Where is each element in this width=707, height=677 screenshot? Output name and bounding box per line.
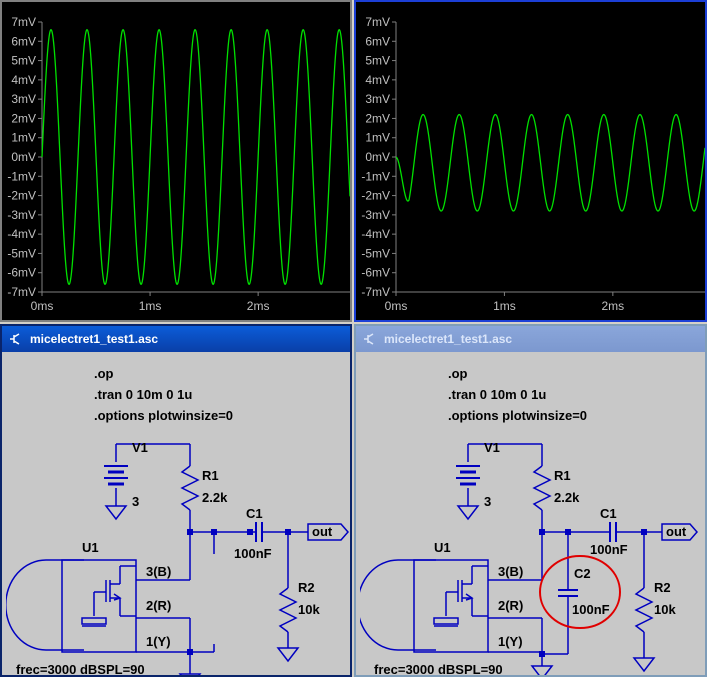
schematic-canvas-left[interactable]: .op .tran 0 10m 0 1u .options plotwinsiz…	[6, 354, 349, 675]
schematic-window-left[interactable]: micelectret1_test1.asc .op .tran 0 10m 0…	[0, 324, 352, 677]
r1-value: 2.2k	[202, 490, 228, 505]
y-tick-label: 1mV	[11, 131, 36, 145]
u1-label: U1	[82, 540, 99, 555]
pin-r-label: 2(R)	[146, 598, 171, 613]
x-tick-label: 2ms	[247, 299, 270, 313]
r2-value: 10k	[654, 602, 676, 617]
r1-value: 2.2k	[554, 490, 580, 505]
r2-label: R2	[298, 580, 315, 595]
pin-b-label: 3(B)	[146, 564, 171, 579]
r2-value: 10k	[298, 602, 320, 617]
y-tick-label: -4mV	[7, 227, 36, 241]
out-label: out	[312, 524, 333, 539]
y-tick-label: -6mV	[7, 266, 36, 280]
c1-label: C1	[600, 506, 617, 521]
directive-tran: .tran 0 10m 0 1u	[448, 387, 546, 402]
waveform-plot-left[interactable]: 7mV 6mV 5mV 4mV 3mV 2mV 1mV 0mV -1mV -2mV -3mV -4mV…	[0, 0, 352, 322]
y-tick-label: -7mV	[7, 285, 36, 299]
y-tick-label: 6mV	[11, 34, 36, 48]
pin-r-label: 2(R)	[498, 598, 523, 613]
y-tick-label: 1mV	[365, 131, 390, 145]
y-tick-label: -7mV	[361, 285, 390, 299]
waveform-trace[interactable]	[41, 28, 350, 286]
directive-options: .options plotwinsize=0	[94, 408, 233, 423]
c2-value: 100nF	[572, 602, 610, 617]
y-tick-label: -2mV	[361, 189, 390, 203]
r1-label: R1	[554, 468, 571, 483]
schematic-right-svg: .op .tran 0 10m 0 1u .options plotwinsiz…	[360, 366, 698, 675]
y-tick-label: 4mV	[365, 73, 390, 87]
y-tick-label: 7mV	[11, 15, 36, 29]
out-label: out	[666, 524, 687, 539]
x-tick-label: 1ms	[493, 299, 516, 313]
v1-label: V1	[132, 440, 148, 455]
schematic-window-right[interactable]: micelectret1_test1.asc .op .tran 0 10m 0…	[354, 324, 707, 677]
c2-label: C2	[574, 566, 591, 581]
y-tick-label: 5mV	[365, 54, 390, 68]
window-title-left: micelectret1_test1.asc	[30, 332, 159, 346]
schematic-icon	[364, 333, 374, 345]
c1-value: 100nF	[590, 542, 628, 557]
v1-value: 3	[132, 494, 139, 509]
schematic-canvas-right[interactable]: .op .tran 0 10m 0 1u .options plotwinsiz…	[360, 354, 701, 675]
y-tick-label: 5mV	[11, 54, 36, 68]
directive-op: .op	[94, 366, 114, 381]
u1-label: U1	[434, 540, 451, 555]
y-tick-label: 7mV	[365, 15, 390, 29]
y-tick-label: -3mV	[361, 208, 390, 222]
waveform-plot-right[interactable]: 7mV 6mV 5mV 4mV 3mV 2mV 1mV 0mV -1mV -2mV -3mV -4mV…	[354, 0, 707, 322]
window-titlebar-left[interactable]: micelectret1_test1.asc	[2, 326, 350, 352]
window-title-right: micelectret1_test1.asc	[384, 332, 513, 346]
pin-y-label: 1(Y)	[146, 634, 171, 649]
mic-params: frec=3000 dBSPL=90	[374, 662, 503, 675]
pin-b-label: 3(B)	[498, 564, 523, 579]
schematic-icon	[10, 333, 20, 345]
y-tick-label: -1mV	[361, 169, 390, 183]
v1-value: 3	[484, 494, 491, 509]
r1-label: R1	[202, 468, 219, 483]
x-tick-label: 0ms	[385, 299, 408, 313]
plot-left-svg: 7mV 6mV 5mV 4mV 3mV 2mV 1mV 0mV -1mV -2mV -3mV -4mV…	[7, 15, 350, 313]
y-tick-label: 2mV	[365, 111, 390, 125]
y-tick-label: -5mV	[7, 246, 36, 260]
y-tick-label: 4mV	[11, 73, 36, 87]
r2-label: R2	[654, 580, 671, 595]
directive-op: .op	[448, 366, 468, 381]
waveform-trace[interactable]	[395, 113, 705, 212]
window-titlebar-right[interactable]: micelectret1_test1.asc	[356, 326, 705, 352]
y-tick-label: -5mV	[361, 246, 390, 260]
pin-y-label: 1(Y)	[498, 634, 523, 649]
y-tick-label: 2mV	[11, 111, 36, 125]
y-tick-label: 0mV	[11, 150, 36, 164]
plot-right-svg: 7mV 6mV 5mV 4mV 3mV 2mV 1mV 0mV -1mV -2mV -3mV -4mV…	[361, 15, 705, 313]
v1-label: V1	[484, 440, 500, 455]
y-tick-label: -4mV	[361, 227, 390, 241]
mic-params: frec=3000 dBSPL=90	[16, 662, 145, 675]
x-tick-label: 0ms	[31, 299, 54, 313]
y-tick-label: 0mV	[365, 150, 390, 164]
x-tick-label: 1ms	[139, 299, 162, 313]
y-tick-label: 3mV	[11, 92, 36, 106]
x-tick-label: 2ms	[602, 299, 625, 313]
y-tick-label: 6mV	[365, 34, 390, 48]
directive-tran: .tran 0 10m 0 1u	[94, 387, 192, 402]
y-tick-label: -1mV	[7, 169, 36, 183]
schematic-left-svg: .op .tran 0 10m 0 1u .options plotwinsiz…	[6, 366, 349, 675]
directive-options: .options plotwinsize=0	[448, 408, 587, 423]
y-tick-label: -3mV	[7, 208, 36, 222]
y-tick-label: -2mV	[7, 189, 36, 203]
c1-label: C1	[246, 506, 263, 521]
c1-value: 100nF	[234, 546, 272, 561]
y-tick-label: 3mV	[365, 92, 390, 106]
y-tick-label: -6mV	[361, 266, 390, 280]
